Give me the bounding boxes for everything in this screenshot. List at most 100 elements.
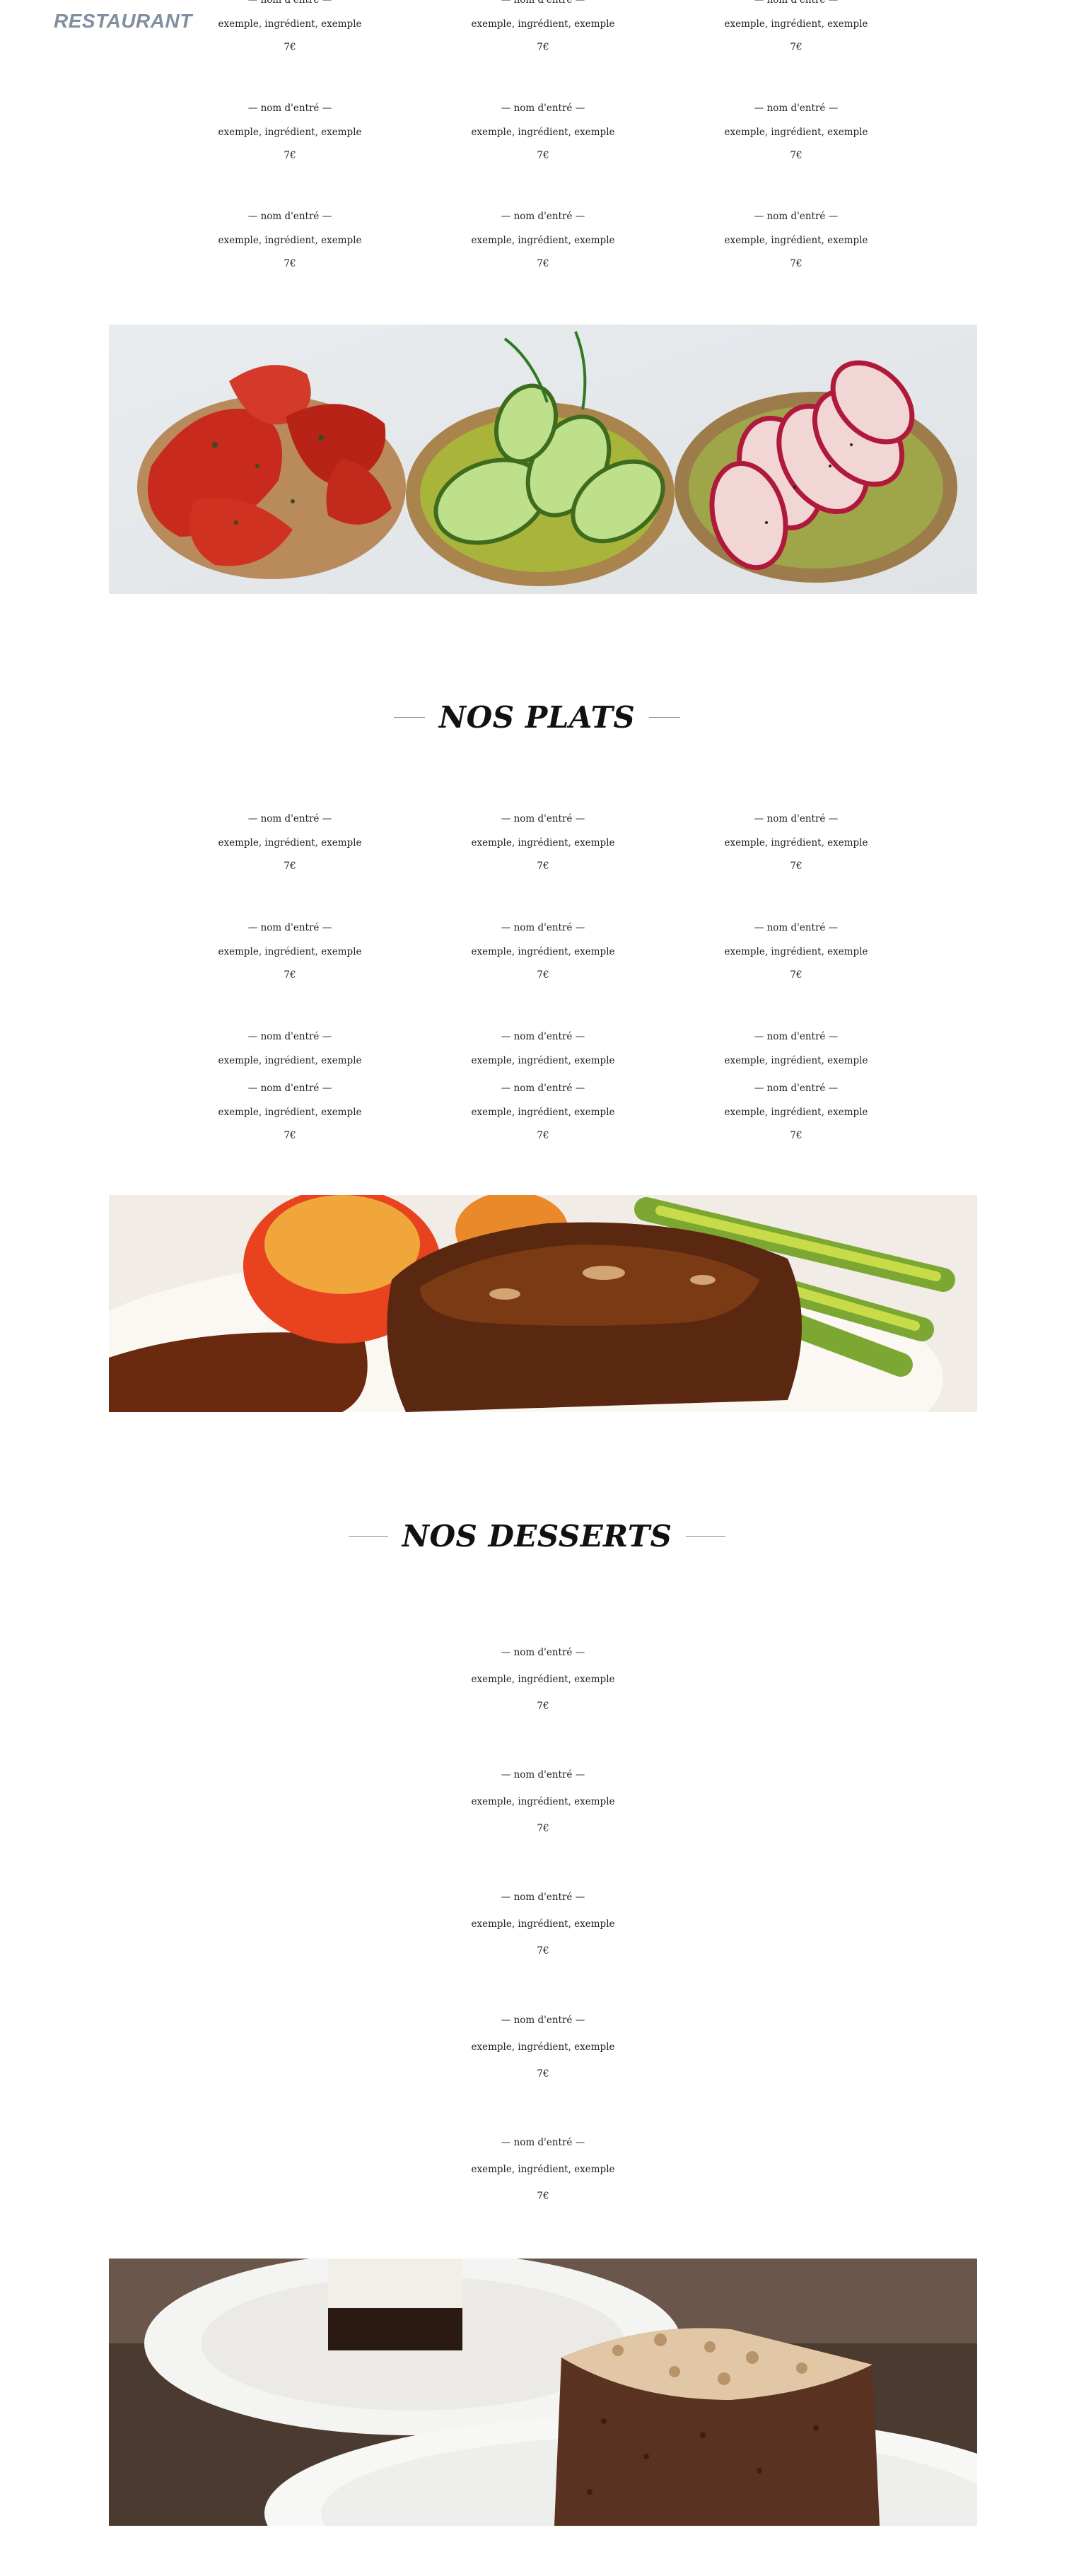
item-ingredients: exemple, ingrédient, exemple <box>471 2041 615 2053</box>
menu-item: — nom d'entré — exemple, ingrédient, exe… <box>669 0 923 53</box>
restaurant-logo[interactable]: RESTAURANT <box>54 10 192 33</box>
item-name: — nom d'entré — <box>501 2137 585 2148</box>
item-ingredients: exemple, ingrédient, exemple <box>724 1055 868 1066</box>
menu-item: — nom d'entré — exemple, ingrédient, exe… <box>416 1892 670 1957</box>
item-ingredients: exemple, ingrédient, exemple <box>724 18 868 30</box>
item-ingredients: exemple, ingrédient, exemple <box>471 1918 615 1930</box>
item-price: 7€ <box>284 1130 296 1141</box>
item-ingredients: exemple, ingrédient, exemple <box>724 837 868 849</box>
menu-item: — nom d'entré — exemple, ingrédient, exe… <box>416 103 670 161</box>
menu-item: — nom d'entré — exemple, ingrédient, exe… <box>163 0 417 53</box>
item-price: 7€ <box>790 1130 802 1141</box>
item-ingredients: exemple, ingrédient, exemple <box>724 946 868 957</box>
item-ingredients: exemple, ingrédient, exemple <box>471 837 615 849</box>
item-ingredients: exemple, ingrédient, exemple <box>218 127 362 138</box>
menu-item: — nom d'entré — exemple, ingrédient, exe… <box>416 1083 670 1141</box>
menu-item: — nom d'entré — exemple, ingrédient, exe… <box>669 211 923 269</box>
item-ingredients: exemple, ingrédient, exemple <box>471 1796 615 1807</box>
item-price: 7€ <box>284 258 296 269</box>
item-price: 7€ <box>790 861 802 872</box>
menu-item: — nom d'entré — exemple, ingrédient, exe… <box>163 1083 417 1141</box>
item-price: 7€ <box>537 861 549 872</box>
item-price: 7€ <box>537 42 549 53</box>
item-ingredients: exemple, ingrédient, exemple <box>471 127 615 138</box>
plats-section-title: NOS PLATS <box>0 700 1074 735</box>
item-name: — nom d'entré — <box>754 103 839 114</box>
item-price: 7€ <box>537 150 549 161</box>
item-name: — nom d'entré — <box>247 922 332 933</box>
item-price: 7€ <box>284 150 296 161</box>
item-ingredients: exemple, ingrédient, exemple <box>471 1055 615 1066</box>
item-ingredients: exemple, ingrédient, exemple <box>471 1674 615 1685</box>
item-price: 7€ <box>537 969 549 981</box>
item-price: 7€ <box>537 258 549 269</box>
item-ingredients: exemple, ingrédient, exemple <box>471 2164 615 2175</box>
steak-photo <box>109 1195 977 1412</box>
item-price: 7€ <box>790 42 802 53</box>
menu-item: — nom d'entré — exemple, ingrédient, exe… <box>416 922 670 981</box>
item-price: 7€ <box>537 1823 549 1834</box>
item-ingredients: exemple, ingrédient, exemple <box>218 837 362 849</box>
menu-item: — nom d'entré — exemple, ingrédient, exe… <box>669 922 923 981</box>
item-name: — nom d'entré — <box>247 1031 332 1042</box>
menu-item: — nom d'entré — exemple, ingrédient, exe… <box>163 922 417 981</box>
item-price: 7€ <box>284 42 296 53</box>
item-name: — nom d'entré — <box>754 1083 839 1094</box>
item-name: — nom d'entré — <box>501 211 585 222</box>
item-name: — nom d'entré — <box>754 0 839 6</box>
menu-item: — nom d'entré — exemple, ingrédient, exe… <box>416 813 670 872</box>
item-price: 7€ <box>790 258 802 269</box>
item-ingredients: exemple, ingrédient, exemple <box>724 1107 868 1118</box>
menu-item: — nom d'entré — exemple, ingrédient, exe… <box>163 211 417 269</box>
plats-heading: NOS PLATS <box>438 700 636 735</box>
item-ingredients: exemple, ingrédient, exemple <box>724 235 868 246</box>
cake-photo <box>109 2259 977 2526</box>
item-ingredients: exemple, ingrédient, exemple <box>471 946 615 957</box>
item-name: — nom d'entré — <box>501 813 585 824</box>
item-name: — nom d'entré — <box>501 1031 585 1042</box>
item-price: 7€ <box>284 969 296 981</box>
item-price: 7€ <box>790 150 802 161</box>
menu-item: — nom d'entré — exemple, ingrédient, exe… <box>163 1031 417 1066</box>
menu-item: — nom d'entré — exemple, ingrédient, exe… <box>669 1031 923 1066</box>
item-price: 7€ <box>537 1945 549 1957</box>
item-name: — nom d'entré — <box>754 1031 839 1042</box>
item-name: — nom d'entré — <box>501 922 585 933</box>
item-ingredients: exemple, ingrédient, exemple <box>471 1107 615 1118</box>
item-name: — nom d'entré — <box>501 2015 585 2026</box>
item-name: — nom d'entré — <box>754 211 839 222</box>
menu-item: — nom d'entré — exemple, ingrédient, exe… <box>416 1031 670 1066</box>
menu-item: — nom d'entré — exemple, ingrédient, exe… <box>416 1647 670 1712</box>
desserts-heading: NOS DESSERTS <box>402 1519 672 1554</box>
item-ingredients: exemple, ingrédient, exemple <box>471 235 615 246</box>
title-rule-left <box>393 717 425 718</box>
menu-item: — nom d'entré — exemple, ingrédient, exe… <box>416 1769 670 1834</box>
item-name: — nom d'entré — <box>247 103 332 114</box>
menu-item: — nom d'entré — exemple, ingrédient, exe… <box>163 103 417 161</box>
title-rule-left <box>348 1536 388 1537</box>
menu-item: — nom d'entré — exemple, ingrédient, exe… <box>416 2015 670 2080</box>
menu-item: — nom d'entré — exemple, ingrédient, exe… <box>163 813 417 872</box>
item-price: 7€ <box>537 1130 549 1141</box>
item-name: — nom d'entré — <box>501 1769 585 1781</box>
item-price: 7€ <box>284 861 296 872</box>
menu-item: — nom d'entré — exemple, ingrédient, exe… <box>669 813 923 872</box>
menu-item: — nom d'entré — exemple, ingrédient, exe… <box>669 1083 923 1141</box>
item-name: — nom d'entré — <box>754 813 839 824</box>
item-ingredients: exemple, ingrédient, exemple <box>218 1055 362 1066</box>
menu-item: — nom d'entré — exemple, ingrédient, exe… <box>416 211 670 269</box>
title-rule-right <box>649 717 681 718</box>
menu-item: — nom d'entré — exemple, ingrédient, exe… <box>669 103 923 161</box>
item-price: 7€ <box>790 969 802 981</box>
item-ingredients: exemple, ingrédient, exemple <box>218 1107 362 1118</box>
item-name: — nom d'entré — <box>501 0 585 6</box>
item-name: — nom d'entré — <box>754 922 839 933</box>
item-price: 7€ <box>537 1701 549 1712</box>
item-ingredients: exemple, ingrédient, exemple <box>218 235 362 246</box>
desserts-section-title: NOS DESSERTS <box>0 1519 1074 1554</box>
item-price: 7€ <box>537 2068 549 2080</box>
title-rule-right <box>686 1536 726 1537</box>
item-price: 7€ <box>537 2191 549 2202</box>
bruschetta-photo <box>109 325 977 594</box>
menu-item: — nom d'entré — exemple, ingrédient, exe… <box>416 2137 670 2202</box>
